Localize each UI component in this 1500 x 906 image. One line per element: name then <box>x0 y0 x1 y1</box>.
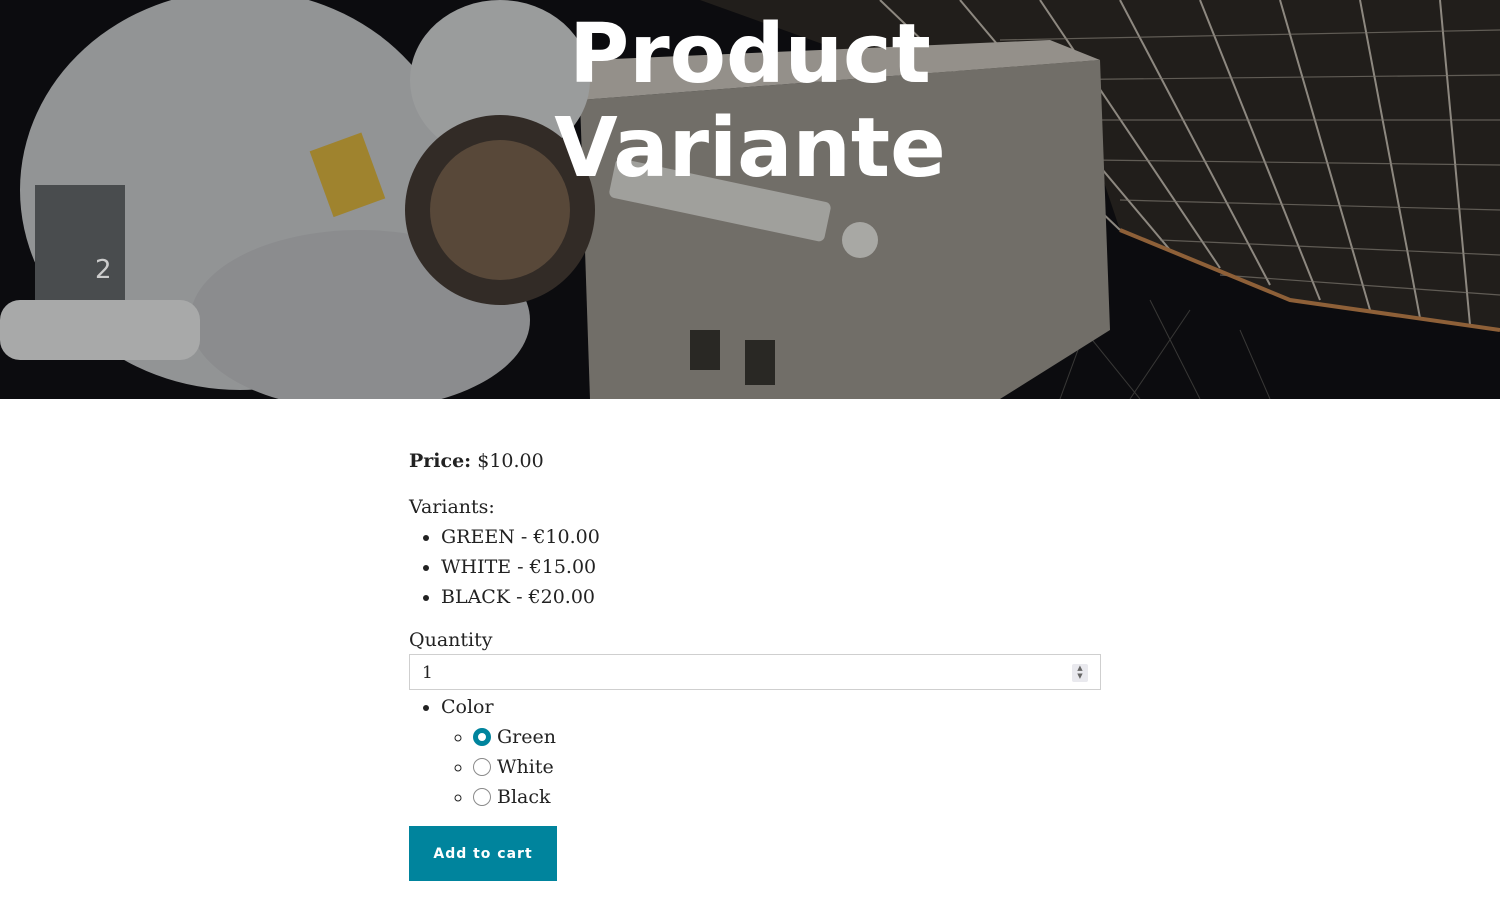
add-to-cart-button[interactable]: Add to cart <box>409 826 557 881</box>
color-option-white[interactable]: White <box>473 752 1103 782</box>
radio-black[interactable] <box>473 788 491 806</box>
options-list: Color Green White Black <box>409 692 1103 812</box>
page-title-line2: Variante <box>554 101 946 196</box>
option-color-label: Color <box>441 696 494 718</box>
price-label: Price: <box>409 450 472 472</box>
color-label-green[interactable]: Green <box>497 726 556 748</box>
price-value: $10.00 <box>477 450 544 472</box>
variant-item: BLACK - €20.00 <box>441 582 1103 612</box>
page-title-line1: Product <box>569 7 931 102</box>
quantity-label: Quantity <box>409 629 493 651</box>
option-color: Color Green White Black <box>441 692 1103 812</box>
quantity-input[interactable]: 1 ▲ ▼ <box>409 654 1101 690</box>
quantity-value: 1 <box>422 663 433 683</box>
variant-item: WHITE - €15.00 <box>441 552 1103 582</box>
variant-item: GREEN - €10.00 <box>441 522 1103 552</box>
color-option-green[interactable]: Green <box>473 722 1103 752</box>
color-choices: Green White Black <box>441 722 1103 812</box>
hero-banner: 2 Product Variante <box>0 0 1500 399</box>
stepper-up-icon[interactable]: ▲ <box>1072 664 1088 672</box>
price-line: Price: $10.00 <box>409 446 1103 476</box>
radio-green[interactable] <box>473 728 491 746</box>
variants-list: GREEN - €10.00 WHITE - €15.00 BLACK - €2… <box>409 522 1103 612</box>
color-option-black[interactable]: Black <box>473 782 1103 812</box>
quantity-stepper[interactable]: ▲ ▼ <box>1072 664 1088 682</box>
variants-label: Variants: <box>409 496 495 518</box>
color-label-black[interactable]: Black <box>497 786 551 808</box>
radio-white[interactable] <box>473 758 491 776</box>
stepper-down-icon[interactable]: ▼ <box>1072 672 1088 680</box>
product-details: Price: $10.00 Variants: GREEN - €10.00 W… <box>409 446 1103 881</box>
color-label-white[interactable]: White <box>497 756 554 778</box>
page-title: Product Variante <box>0 0 1500 196</box>
